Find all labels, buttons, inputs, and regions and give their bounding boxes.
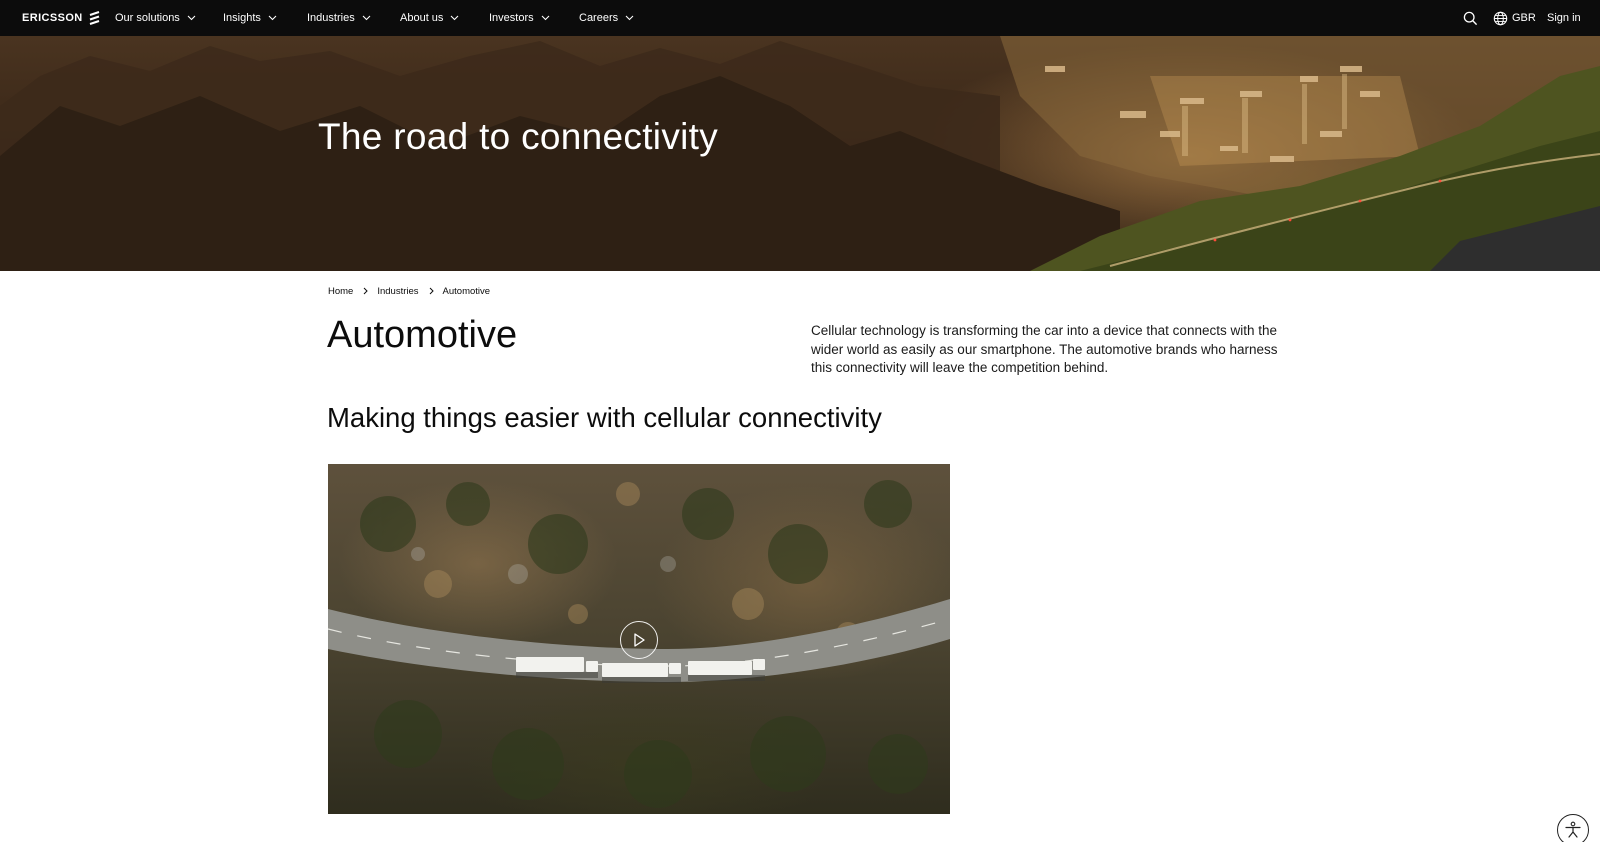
search-button[interactable] <box>1463 0 1478 36</box>
nav-item-industries[interactable]: Industries <box>307 0 371 36</box>
sign-in-label: Sign in <box>1547 12 1581 24</box>
chevron-down-icon <box>268 15 277 21</box>
nav-item-careers[interactable]: Careers <box>579 0 634 36</box>
section-title: Making things easier with cellular conne… <box>327 402 882 433</box>
chevron-down-icon <box>625 15 634 21</box>
top-navigation: ERICSSON Our solutions Insights Industri… <box>0 0 1600 36</box>
hero-banner: The road to connectivity <box>0 36 1600 271</box>
nav-item-our-solutions[interactable]: Our solutions <box>115 0 196 36</box>
nav-item-about-us[interactable]: About us <box>400 0 459 36</box>
hero-title: The road to connectivity <box>318 116 719 157</box>
logo-text: ERICSSON <box>22 12 83 24</box>
ericsson-logo[interactable]: ERICSSON <box>22 10 100 26</box>
intro-text: Cellular technology is transforming the … <box>811 323 1278 376</box>
accessibility-button[interactable] <box>1557 814 1589 842</box>
nav-item-label: Insights <box>223 12 261 24</box>
breadcrumb: Home Industries Automotive <box>328 285 490 297</box>
chevron-down-icon <box>541 15 550 21</box>
accessibility-icon <box>1565 821 1581 838</box>
nav-item-label: Industries <box>307 12 355 24</box>
nav-item-label: Our solutions <box>115 12 180 24</box>
video-player[interactable] <box>328 464 950 814</box>
nav-item-investors[interactable]: Investors <box>489 0 550 36</box>
globe-icon <box>1493 11 1508 25</box>
nav-item-label: Investors <box>489 12 534 24</box>
play-button[interactable] <box>620 621 658 659</box>
region-label: GBR <box>1512 12 1536 24</box>
breadcrumb-current: Automotive <box>442 285 491 297</box>
chevron-right-icon <box>363 287 369 295</box>
region-selector[interactable]: GBR <box>1493 0 1536 36</box>
nav-item-insights[interactable]: Insights <box>223 0 277 36</box>
sign-in-link[interactable]: Sign in <box>1547 0 1581 36</box>
nav-item-label: Careers <box>579 12 619 24</box>
chevron-down-icon <box>451 15 459 21</box>
ericsson-logo-icon <box>89 11 99 25</box>
chevron-right-icon <box>429 287 434 295</box>
breadcrumb-industries[interactable]: Industries <box>377 286 418 297</box>
chevron-down-icon <box>362 15 371 21</box>
play-icon <box>634 633 645 647</box>
nav-item-label: About us <box>400 12 444 24</box>
hero-image <box>0 36 1600 271</box>
breadcrumb-home[interactable]: Home <box>328 286 353 297</box>
chevron-down-icon <box>187 15 196 21</box>
search-icon <box>1463 11 1478 25</box>
page-title: Automotive <box>327 314 518 356</box>
